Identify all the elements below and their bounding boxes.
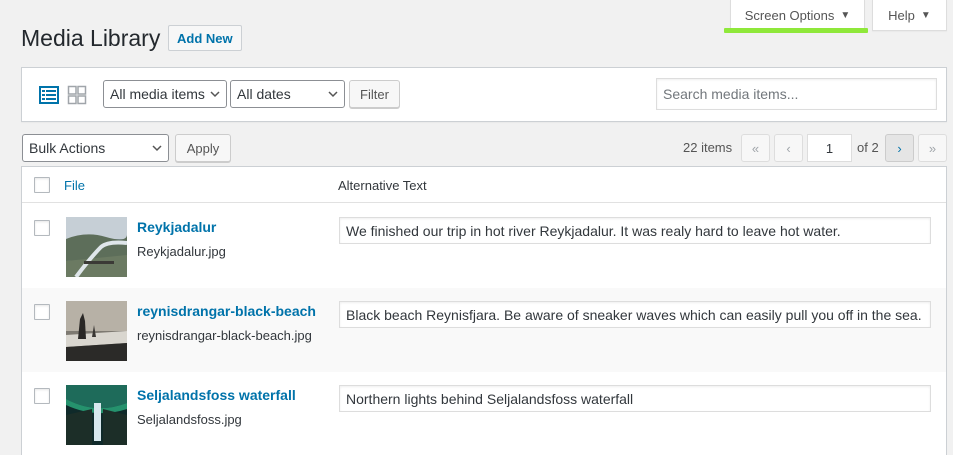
dates-value: All dates (237, 86, 291, 102)
column-alt-text: Alternative Text (338, 178, 427, 193)
total-pages: of 2 (857, 140, 879, 155)
row-checkbox[interactable] (34, 304, 50, 320)
screen-options-button[interactable]: Screen Options ▼ (730, 0, 865, 31)
chevron-down-icon (210, 91, 220, 98)
search-input[interactable] (656, 78, 937, 110)
screen-options-label: Screen Options (744, 7, 835, 23)
apply-button[interactable]: Apply (175, 134, 231, 162)
media-title-link[interactable]: Seljalandsfoss waterfall (137, 387, 296, 403)
alt-text-input[interactable] (339, 217, 931, 244)
media-filename: reynisdrangar-black-beach.jpg (137, 328, 312, 343)
screen-options-highlight (724, 28, 868, 33)
page-title: Media Library (21, 25, 161, 51)
table-row: reynisdrangar-black-beach reynisdrangar-… (22, 288, 946, 372)
media-thumbnail[interactable] (66, 301, 127, 361)
media-thumbnail[interactable] (66, 385, 127, 445)
media-title-link[interactable]: reynisdrangar-black-beach (137, 303, 316, 319)
bulk-actions-value: Bulk Actions (29, 140, 106, 156)
dates-select[interactable]: All dates (230, 80, 345, 108)
filter-button[interactable]: Filter (349, 80, 400, 108)
first-page-button[interactable]: « (741, 134, 770, 162)
row-checkbox[interactable] (34, 220, 50, 236)
last-page-button[interactable]: » (918, 134, 947, 162)
media-table: File Alternative Text Reykjadalur Reykja… (21, 166, 947, 455)
media-filename: Reykjadalur.jpg (137, 244, 226, 259)
media-filename: Seljalandsfoss.jpg (137, 412, 242, 427)
row-checkbox[interactable] (34, 388, 50, 404)
add-new-button[interactable]: Add New (168, 25, 242, 51)
alt-text-input[interactable] (339, 385, 931, 412)
items-count: 22 items (683, 140, 733, 155)
chevron-down-icon (152, 145, 162, 152)
triangle-down-icon: ▼ (920, 9, 931, 21)
select-all-checkbox[interactable] (34, 177, 50, 193)
media-library-page: Screen Options ▼ Help ▼ Media Library Ad… (0, 0, 953, 455)
column-file[interactable]: File (64, 178, 85, 193)
list-view-icon[interactable] (39, 85, 59, 105)
media-title-link[interactable]: Reykjadalur (137, 219, 216, 235)
media-filter-bar: All media items All dates Filter (21, 67, 947, 122)
table-header: File Alternative Text (22, 167, 946, 203)
triangle-down-icon: ▼ (840, 9, 851, 21)
table-row: Seljalandsfoss waterfall Seljalandsfoss.… (22, 372, 946, 455)
next-page-button[interactable]: › (885, 134, 914, 162)
help-label: Help (888, 7, 915, 23)
bulk-actions-select[interactable]: Bulk Actions (22, 134, 169, 162)
alt-text-input[interactable] (339, 301, 931, 328)
media-type-select[interactable]: All media items (103, 80, 227, 108)
media-thumbnail[interactable] (66, 217, 127, 277)
grid-view-icon[interactable] (67, 85, 87, 105)
prev-page-button[interactable]: ‹ (774, 134, 803, 162)
current-page-input[interactable] (807, 134, 852, 162)
help-button[interactable]: Help ▼ (872, 0, 947, 31)
media-type-value: All media items (110, 86, 205, 102)
table-row: Reykjadalur Reykjadalur.jpg (22, 204, 946, 288)
chevron-down-icon (328, 91, 338, 98)
